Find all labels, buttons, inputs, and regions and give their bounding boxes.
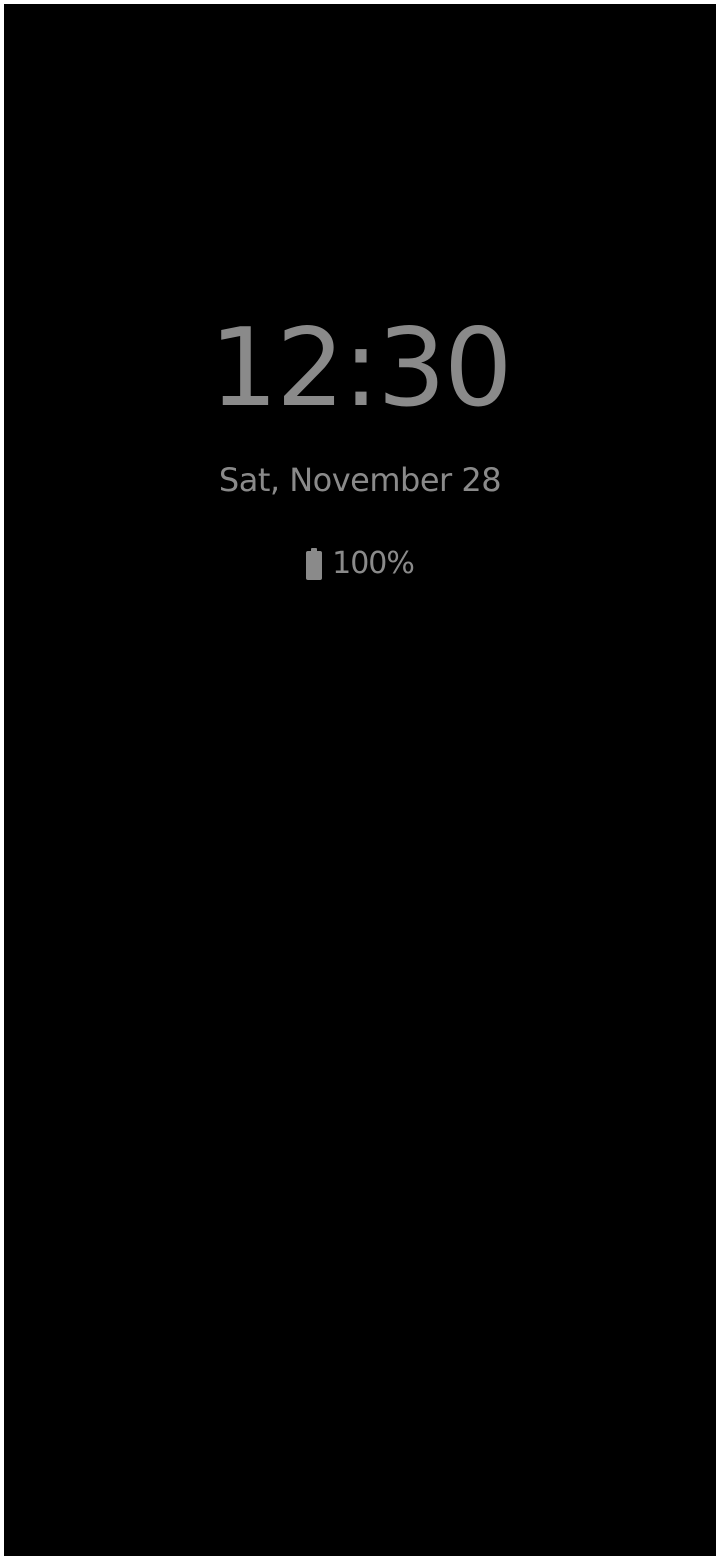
lock-screen: 12:30 Sat, November 28 100% (4, 4, 716, 1556)
battery-status: 100% (4, 540, 716, 588)
always-on-display: 12:30 Sat, November 28 100% (4, 4, 716, 1556)
battery-percentage: 100% (332, 546, 415, 581)
clock-time: 12:30 (209, 306, 512, 431)
battery-full-icon (306, 548, 323, 580)
date-label: Sat, November 28 (218, 461, 502, 499)
